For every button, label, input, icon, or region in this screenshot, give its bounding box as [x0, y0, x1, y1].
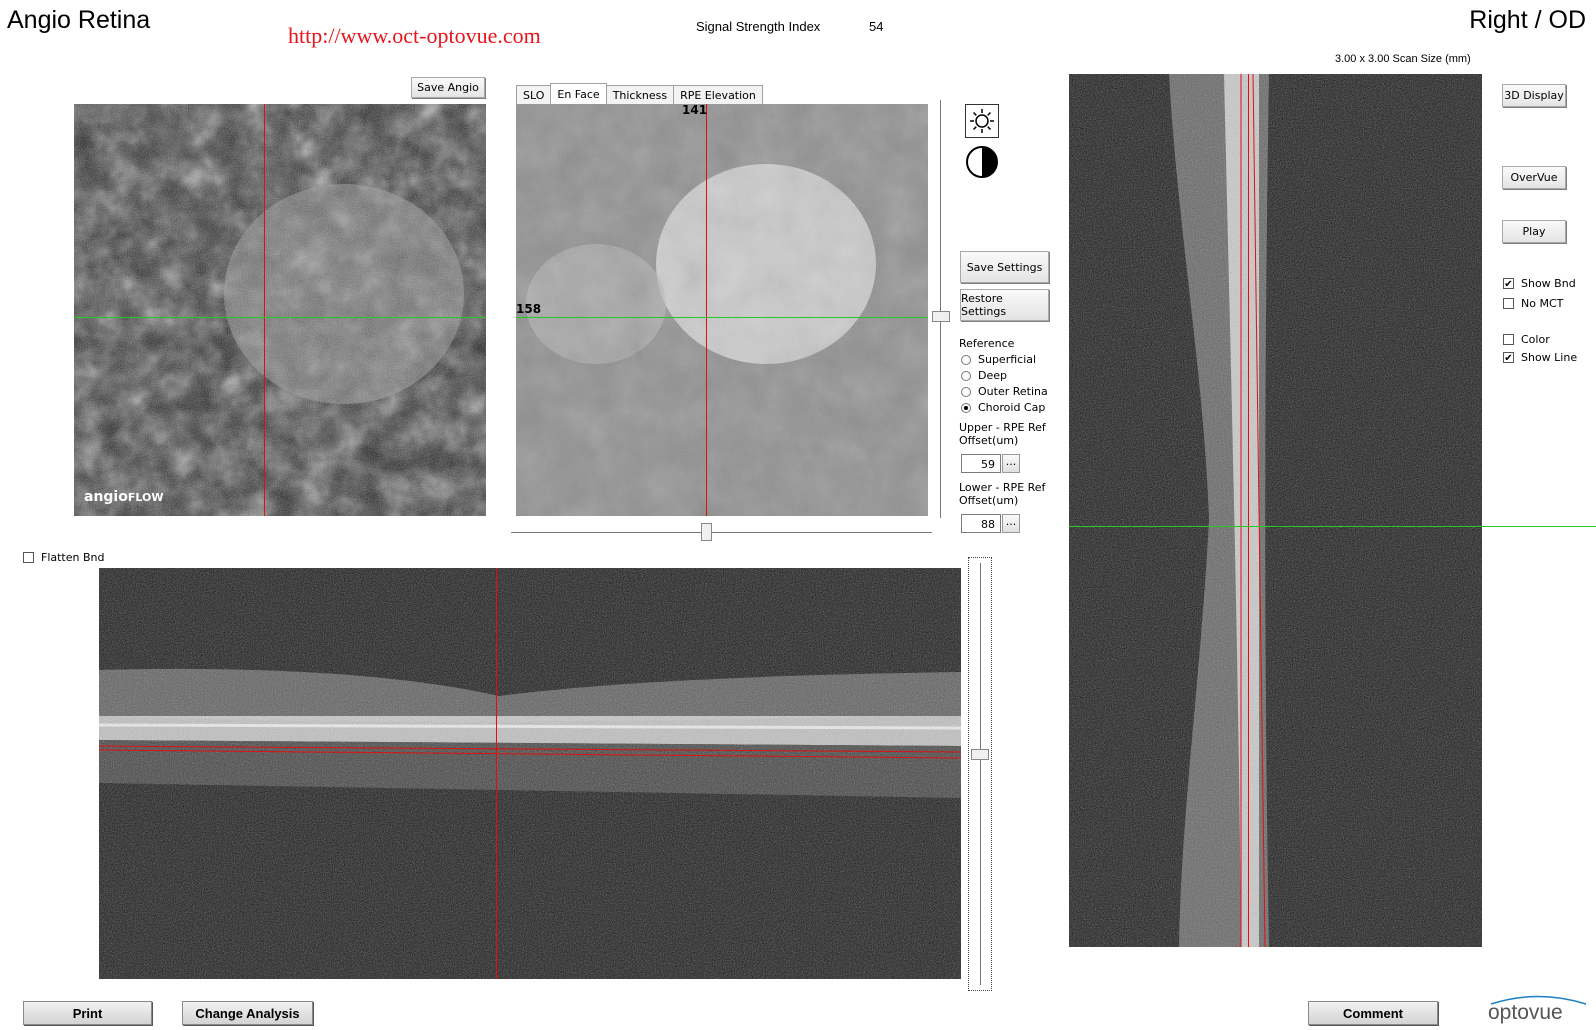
bscan-slider-track: [980, 563, 981, 985]
vertical-bscan-texture: [1069, 74, 1482, 947]
no-mct-box[interactable]: [1503, 298, 1514, 309]
flatten-bnd-checkbox[interactable]: Flatten Bnd: [23, 551, 105, 564]
tab-thickness[interactable]: Thickness: [605, 85, 675, 104]
bscan-texture: [99, 568, 961, 979]
comment-button[interactable]: Comment: [1308, 1001, 1438, 1025]
enface-y-marker: 158: [516, 302, 542, 316]
optovue-logo: optovue: [1486, 993, 1591, 1027]
radio-deep[interactable]: [961, 370, 971, 381]
enface-image[interactable]: 141 158: [516, 104, 928, 516]
angioflow-logo: angioFLOW: [84, 489, 164, 505]
upper-offset-label-2: Offset(um): [959, 434, 1019, 447]
upper-offset-label-1: Upper - RPE Ref: [959, 421, 1046, 434]
eye-label: Right / OD: [1469, 6, 1586, 34]
reference-deep[interactable]: Deep: [961, 369, 1007, 382]
scan-size-label: 3.00 x 3.00 Scan Size (mm): [1335, 53, 1471, 65]
reference-label: Reference: [959, 337, 1015, 350]
enface-vertical-crosshair[interactable]: [706, 104, 707, 516]
reference-outer-retina[interactable]: Outer Retina: [961, 385, 1048, 398]
horizontal-bscan-image[interactable]: [99, 568, 961, 979]
restore-settings-button[interactable]: Restore Settings: [960, 289, 1049, 321]
enface-x-marker: 141: [682, 104, 708, 117]
lower-offset-label-2: Offset(um): [959, 494, 1019, 507]
radio-outer-retina[interactable]: [961, 386, 971, 397]
vertical-bscan-line-extension: [1482, 526, 1596, 527]
tab-slo[interactable]: SLO: [516, 85, 552, 104]
brightness-icon[interactable]: [965, 104, 999, 138]
lower-offset-input[interactable]: 88: [961, 514, 1001, 533]
play-button[interactable]: Play: [1502, 220, 1566, 243]
show-bnd-checkbox[interactable]: ✔ Show Bnd: [1503, 277, 1576, 290]
tab-en-face[interactable]: En Face: [550, 83, 607, 104]
vertical-bscan-image[interactable]: [1069, 74, 1482, 947]
vertical-bscan-horizontal-line[interactable]: [1069, 526, 1482, 527]
bscan-vertical-crosshair[interactable]: [496, 568, 497, 979]
lower-offset-label-1: Lower - RPE Ref: [959, 481, 1046, 494]
optovue-brand-text: optovue: [1488, 1001, 1563, 1024]
save-angio-button[interactable]: Save Angio: [411, 77, 485, 98]
enface-horizontal-crosshair[interactable]: [516, 317, 928, 318]
tab-rpe-elevation[interactable]: RPE Elevation: [673, 85, 763, 104]
reference-superficial[interactable]: Superficial: [961, 353, 1036, 366]
angio-horizontal-crosshair[interactable]: [74, 317, 486, 318]
show-bnd-box[interactable]: ✔: [1503, 278, 1514, 290]
overvue-button[interactable]: OverVue: [1502, 166, 1566, 189]
angio-image[interactable]: angioFLOW: [74, 104, 486, 516]
view-tabs: SLO En Face Thickness RPE Elevation: [516, 83, 763, 104]
flatten-bnd-box[interactable]: [23, 552, 34, 563]
radio-superficial[interactable]: [961, 354, 971, 365]
angio-texture: [74, 104, 486, 516]
enface-horizontal-slider-track: [511, 532, 932, 533]
save-settings-button[interactable]: Save Settings: [960, 251, 1049, 283]
app-title: Angio Retina: [7, 6, 151, 34]
3d-display-button[interactable]: 3D Display: [1502, 84, 1566, 107]
enface-horizontal-slider-thumb[interactable]: [701, 523, 712, 541]
show-line-box[interactable]: ✔: [1503, 352, 1514, 364]
signal-strength-value: 54: [869, 19, 884, 34]
radio-choroid-cap[interactable]: [961, 402, 971, 413]
show-line-checkbox[interactable]: ✔ Show Line: [1503, 351, 1577, 364]
color-box[interactable]: [1503, 334, 1514, 345]
print-button[interactable]: Print: [23, 1001, 152, 1025]
reference-choroid-cap[interactable]: Choroid Cap: [961, 401, 1045, 414]
bscan-slider-thumb[interactable]: [971, 749, 989, 760]
contrast-icon[interactable]: [965, 145, 999, 179]
enface-vertical-slider-track: [940, 100, 941, 518]
signal-strength-label: Signal Strength Index: [696, 19, 821, 34]
upper-offset-ellipsis-button[interactable]: ...: [1002, 454, 1020, 473]
lower-offset-ellipsis-button[interactable]: ...: [1002, 514, 1020, 533]
url-watermark: http://www.oct-optovue.com: [288, 23, 541, 48]
color-checkbox[interactable]: Color: [1503, 333, 1550, 346]
vertical-bscan-crosshair[interactable]: [1248, 74, 1249, 947]
no-mct-checkbox[interactable]: No MCT: [1503, 297, 1563, 310]
change-analysis-button[interactable]: Change Analysis: [182, 1001, 313, 1025]
angio-vertical-crosshair[interactable]: [264, 104, 265, 516]
enface-vertical-slider-thumb[interactable]: [932, 311, 950, 322]
enface-texture: [516, 104, 928, 516]
upper-offset-input[interactable]: 59: [961, 454, 1001, 473]
